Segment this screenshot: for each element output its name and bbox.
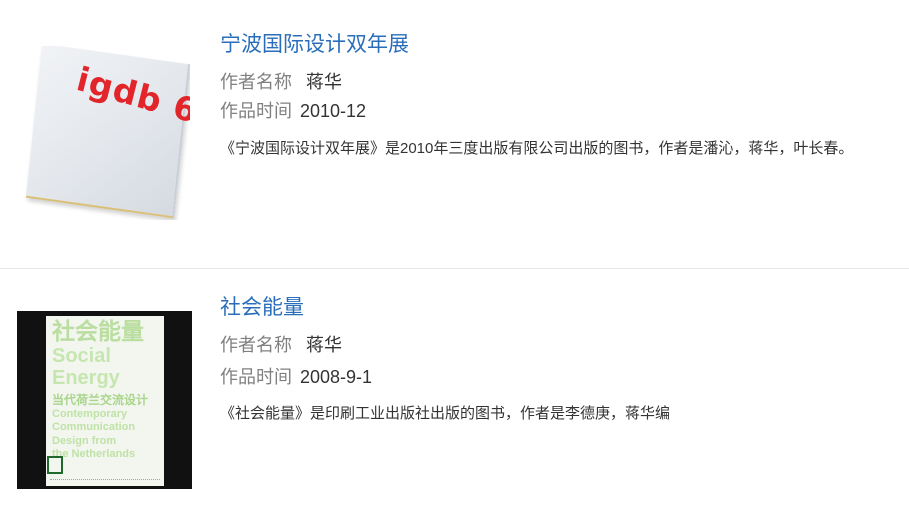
date-label: 作品时间 [220,101,292,121]
cover-title-text: Social [52,345,111,367]
date-value: 2008-9-1 [300,367,373,387]
date-value: 2010-12 [300,101,367,121]
date-row: 作品时间 2008-9-1 [220,363,372,389]
book-cover-graphic: igdb 6 [25,46,190,219]
cover-subtitle-text: Contemporary [52,408,128,420]
book-title-link[interactable]: 宁波国际设计双年展 [220,28,409,58]
cover-subtitle-text: 当代荷兰交流设计 [52,393,149,407]
author-row: 作者名称 蒋华 [220,331,342,357]
list-item: igdb 6 宁波国际设计双年展 作者名称 蒋华 作品时间 2010-12 《宁波国… [0,0,909,269]
cover-subtitle-text: the Netherlands [52,448,136,460]
book-cover-image[interactable]: 社会能量 Social Energy 当代荷兰交流设计 Contemporary… [17,311,192,489]
author-label: 作者名称 [220,72,292,92]
cover-subtitle-text: Communication [52,421,136,433]
book-description: 《宁波国际设计双年展》是2010年三度出版有限公司出版的图书，作者是潘沁，蒋华，… [220,140,854,157]
book-result-list: igdb 6 宁波国际设计双年展 作者名称 蒋华 作品时间 2010-12 《宁波国… [0,0,909,516]
list-item: 社会能量 Social Energy 当代荷兰交流设计 Contemporary… [0,269,909,516]
date-label: 作品时间 [220,367,292,387]
cover-square-mark [47,456,63,474]
cover-title-text: 社会能量 [52,318,144,344]
author-label: 作者名称 [220,335,292,355]
cover-title-text: igdb 6 [72,59,190,132]
date-row: 作品时间 2010-12 [220,97,366,123]
cover-subtitle-text: Design from [52,435,117,447]
author-row: 作者名称 蒋华 [220,68,342,94]
book-title-link[interactable]: 社会能量 [220,291,304,321]
author-value: 蒋华 [306,335,342,355]
book-cover-graphic: 社会能量 Social Energy 当代荷兰交流设计 Contemporary… [46,316,164,486]
cover-footer-rule [50,479,160,482]
author-value: 蒋华 [306,72,342,92]
book-cover-image[interactable]: igdb 6 [22,46,190,220]
book-description: 《社会能量》是印刷工业出版社出版的图书，作者是李德庚，蒋华编 [220,405,671,422]
cover-title-text: Energy [52,367,120,389]
